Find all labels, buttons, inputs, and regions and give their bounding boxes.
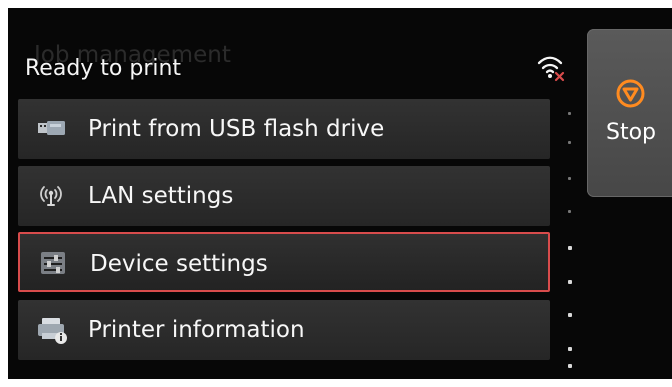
scroll-indicator-dot: [568, 112, 571, 115]
ready-to-print-status: Ready to print: [25, 56, 182, 81]
scroll-indicator-dot: [568, 347, 572, 351]
stop-icon: [616, 79, 645, 108]
device-settings-item[interactable]: Device settings: [18, 232, 550, 292]
stop-button[interactable]: Stop: [587, 29, 672, 197]
scroll-indicator-dot: [568, 177, 571, 180]
printer-information-icon: [38, 318, 67, 344]
lan-settings-label: LAN settings: [88, 183, 234, 209]
wifi-disconnected-icon: [537, 56, 565, 82]
printer-touchscreen: Job management Ready to print Print from…: [8, 8, 672, 379]
print-from-usb-flash-drive-item[interactable]: Print from USB flash drive: [18, 99, 550, 159]
scroll-indicator-dot: [568, 141, 571, 144]
scroll-indicator-dot: [568, 280, 572, 284]
device-settings-icon: [41, 252, 65, 274]
scroll-indicator-dot: [568, 364, 572, 368]
printer-information-label: Printer information: [88, 317, 305, 343]
scroll-indicator-dot: [568, 313, 572, 317]
lan-settings-item[interactable]: LAN settings: [18, 166, 550, 226]
device-settings-label: Device settings: [90, 251, 268, 277]
lan-antenna-icon: [40, 186, 62, 206]
scroll-indicator-dot: [568, 210, 571, 213]
stop-label: Stop: [606, 120, 657, 145]
printer-information-item[interactable]: Printer information: [18, 300, 550, 360]
print-from-usb-label: Print from USB flash drive: [88, 116, 385, 142]
usb-flash-drive-icon: [38, 121, 65, 135]
scroll-indicator-dot: [568, 246, 572, 250]
